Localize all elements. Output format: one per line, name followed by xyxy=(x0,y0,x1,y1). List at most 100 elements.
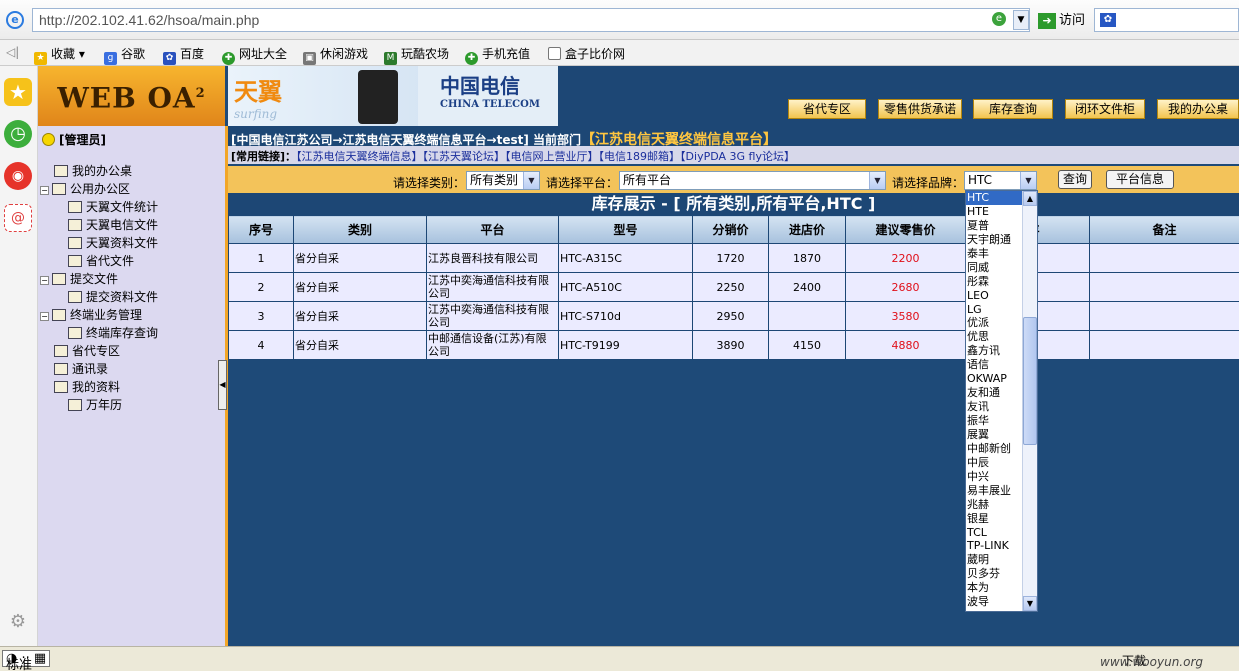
fav-hao[interactable]: ✚ 网址大全 xyxy=(222,45,287,65)
tree-item-label: 省代文件 xyxy=(86,254,135,268)
brand-option[interactable]: 友讯 xyxy=(966,400,1023,414)
query-button[interactable]: 查询 xyxy=(1058,170,1092,189)
brand-option[interactable]: 彤霖 xyxy=(966,275,1023,289)
brand-option[interactable]: 本为 xyxy=(966,581,1023,595)
fav-games[interactable]: ▣ 休闲游戏 xyxy=(303,45,368,65)
category-select[interactable]: 所有类别 ▼ xyxy=(466,171,540,190)
url-field[interactable]: http://202.102.41.62/hsoa/main.php xyxy=(32,8,1030,32)
tree-item[interactable]: 天翼文件统计 xyxy=(38,198,225,216)
search-box[interactable]: ✿ xyxy=(1094,8,1239,32)
table-cell: HTC-T9199 xyxy=(558,330,693,360)
brand-option[interactable]: 鑫方讯 xyxy=(966,344,1023,358)
tree-item[interactable]: 提交资料文件 xyxy=(38,288,225,306)
brand-option[interactable]: 银星 xyxy=(966,512,1023,526)
brand-option[interactable]: 中邮新创 xyxy=(966,442,1023,456)
platform-info-button[interactable]: 平台信息 xyxy=(1106,170,1174,189)
mail-icon[interactable]: @ xyxy=(4,204,32,232)
collapse-icon[interactable]: − xyxy=(40,186,49,195)
scroll-up-icon[interactable]: ▲ xyxy=(1023,191,1037,206)
brand-option[interactable]: 中兴 xyxy=(966,470,1023,484)
brand-option[interactable]: TCL xyxy=(966,526,1023,540)
tree-item[interactable]: 通讯录 xyxy=(38,360,225,378)
dropdown-scrollbar[interactable]: ▲ ▼ xyxy=(1022,191,1037,611)
brand-dropdown-list[interactable]: HTC HTE 夏普 天宇朗通 泰丰 同威 彤霖 LEO LG 优派 优思 鑫方讯 语信 OKWAP 友和通… xyxy=(965,190,1038,612)
brand-option[interactable]: 展翼 xyxy=(966,428,1023,442)
brand-option[interactable]: 葳明 xyxy=(966,553,1023,567)
brand-option[interactable]: LEO xyxy=(966,289,1023,303)
clock-icon[interactable]: ◷ xyxy=(4,120,32,148)
ime-indicator[interactable]: 标准 ◑ ·· ▦ xyxy=(2,650,51,671)
fav-baidu[interactable]: ✿ 百度 xyxy=(163,45,204,65)
nav-my-desk[interactable]: 我的办公桌 xyxy=(1157,99,1239,119)
tree-item[interactable]: 天翼电信文件 xyxy=(38,216,225,234)
fav-recharge[interactable]: ✚ 手机充值 xyxy=(465,45,530,65)
inventory-table: 序号类别平台型号分销价进店价建议零售价库存备注 1省分自采江苏良晋科技有限公司H… xyxy=(228,215,1239,360)
nav-retail-promise[interactable]: 零售供货承诺 xyxy=(878,99,962,119)
brand-option[interactable]: 易丰展业 xyxy=(966,484,1023,498)
fav-farm[interactable]: M 玩酷农场 xyxy=(384,45,449,65)
brand-option[interactable]: HTC xyxy=(966,191,1023,205)
tree-item[interactable]: − 公用办公区 xyxy=(38,180,225,198)
settings-gear-icon[interactable]: ⚙ xyxy=(4,608,32,636)
tree-item[interactable]: 我的资料 xyxy=(38,378,225,396)
table-cell: 省分自采 xyxy=(293,330,427,360)
brand-option[interactable]: HTE xyxy=(966,205,1023,219)
column-header: 进店价 xyxy=(768,215,846,244)
nav-inventory[interactable]: 库存查询 xyxy=(973,99,1053,119)
table-cell: 3580 xyxy=(845,301,966,331)
page-icon xyxy=(548,47,561,60)
brand-option[interactable]: 优思 xyxy=(966,330,1023,344)
document-icon xyxy=(68,399,82,411)
sidebar-toggle-icon[interactable]: ◁| xyxy=(6,45,19,59)
brand-option[interactable]: 中辰 xyxy=(966,456,1023,470)
fav-price[interactable]: 盒子比价网 xyxy=(548,45,625,62)
platform-select[interactable]: 所有平台 ▼ xyxy=(619,171,886,190)
brand-option[interactable]: 夏普 xyxy=(966,219,1023,233)
table-row: 3 省分自采 江苏中奕海通信科技有限公司 HTC-S710d 2950 3580 xyxy=(228,301,1239,331)
collapse-handle[interactable]: ◀ xyxy=(218,360,227,410)
nav-file-cabinet[interactable]: 闭环文件柜 xyxy=(1065,99,1145,119)
fav-collect[interactable]: ★ 收藏 ▾ xyxy=(34,45,85,65)
brand-option[interactable]: 兆赫 xyxy=(966,498,1023,512)
tree-item[interactable]: 万年历 xyxy=(38,396,225,414)
folder-icon xyxy=(54,363,68,375)
tree-item[interactable]: − 终端业务管理 xyxy=(38,306,225,324)
tree-item[interactable]: − 提交文件 xyxy=(38,270,225,288)
url-dropdown-icon[interactable]: ▼ xyxy=(1013,10,1029,30)
tree-item[interactable]: 我的办公桌 xyxy=(38,162,225,180)
tree-item-label: 万年历 xyxy=(86,398,123,412)
collapse-icon[interactable]: − xyxy=(40,312,49,321)
watermark: www.wooyun.org xyxy=(1100,655,1204,669)
brand-option[interactable]: 优派 xyxy=(966,316,1023,330)
scroll-down-icon[interactable]: ▼ xyxy=(1023,596,1037,611)
tree-item[interactable]: 天翼资料文件 xyxy=(38,234,225,252)
nav-provincial[interactable]: 省代专区 xyxy=(788,99,866,119)
brand-option[interactable]: 天宇朗通 xyxy=(966,233,1023,247)
scroll-thumb[interactable] xyxy=(1023,317,1037,445)
document-icon xyxy=(68,219,82,231)
document-icon xyxy=(68,237,82,249)
tree-item[interactable]: 省代专区 xyxy=(38,342,225,360)
oa-app: WEB OA2 [管理员] 我的办公桌 − 公用办公区 天翼文件统计 天翼电信文件 天翼资… xyxy=(38,66,1239,646)
brand-option[interactable]: 振华 xyxy=(966,414,1023,428)
link-list[interactable]: 【江苏电信天翼终端信息】【江苏天翼论坛】【电信网上营业厅】【电信189邮箱】【D… xyxy=(296,150,795,163)
brand-option[interactable]: 贝多芬 xyxy=(966,567,1023,581)
brand-option[interactable]: LG xyxy=(966,303,1023,317)
weibo-icon[interactable]: ◉ xyxy=(4,162,32,190)
brand-option[interactable]: 友和通 xyxy=(966,386,1023,400)
collapse-icon[interactable]: − xyxy=(40,276,49,285)
favorites-star-icon[interactable]: ★ xyxy=(4,78,32,106)
brand-option[interactable]: OKWAP xyxy=(966,372,1023,386)
brand-option[interactable]: TP-LINK xyxy=(966,539,1023,553)
go-button[interactable]: ➜ 访问 xyxy=(1038,11,1085,31)
tree-item[interactable]: 省代文件 xyxy=(38,252,225,270)
brand-select[interactable]: HTC ▼ xyxy=(964,171,1037,190)
tree-item[interactable]: 终端库存查询 xyxy=(38,324,225,342)
column-header: 平台 xyxy=(426,215,559,244)
brand-option[interactable]: 语信 xyxy=(966,358,1023,372)
brand-option[interactable]: 泰丰 xyxy=(966,247,1023,261)
brand-option[interactable]: 同威 xyxy=(966,261,1023,275)
fav-google[interactable]: g 谷歌 xyxy=(104,45,145,65)
compat-icon[interactable]: e xyxy=(992,12,1006,26)
brand-option[interactable]: 波导 xyxy=(966,595,1023,609)
